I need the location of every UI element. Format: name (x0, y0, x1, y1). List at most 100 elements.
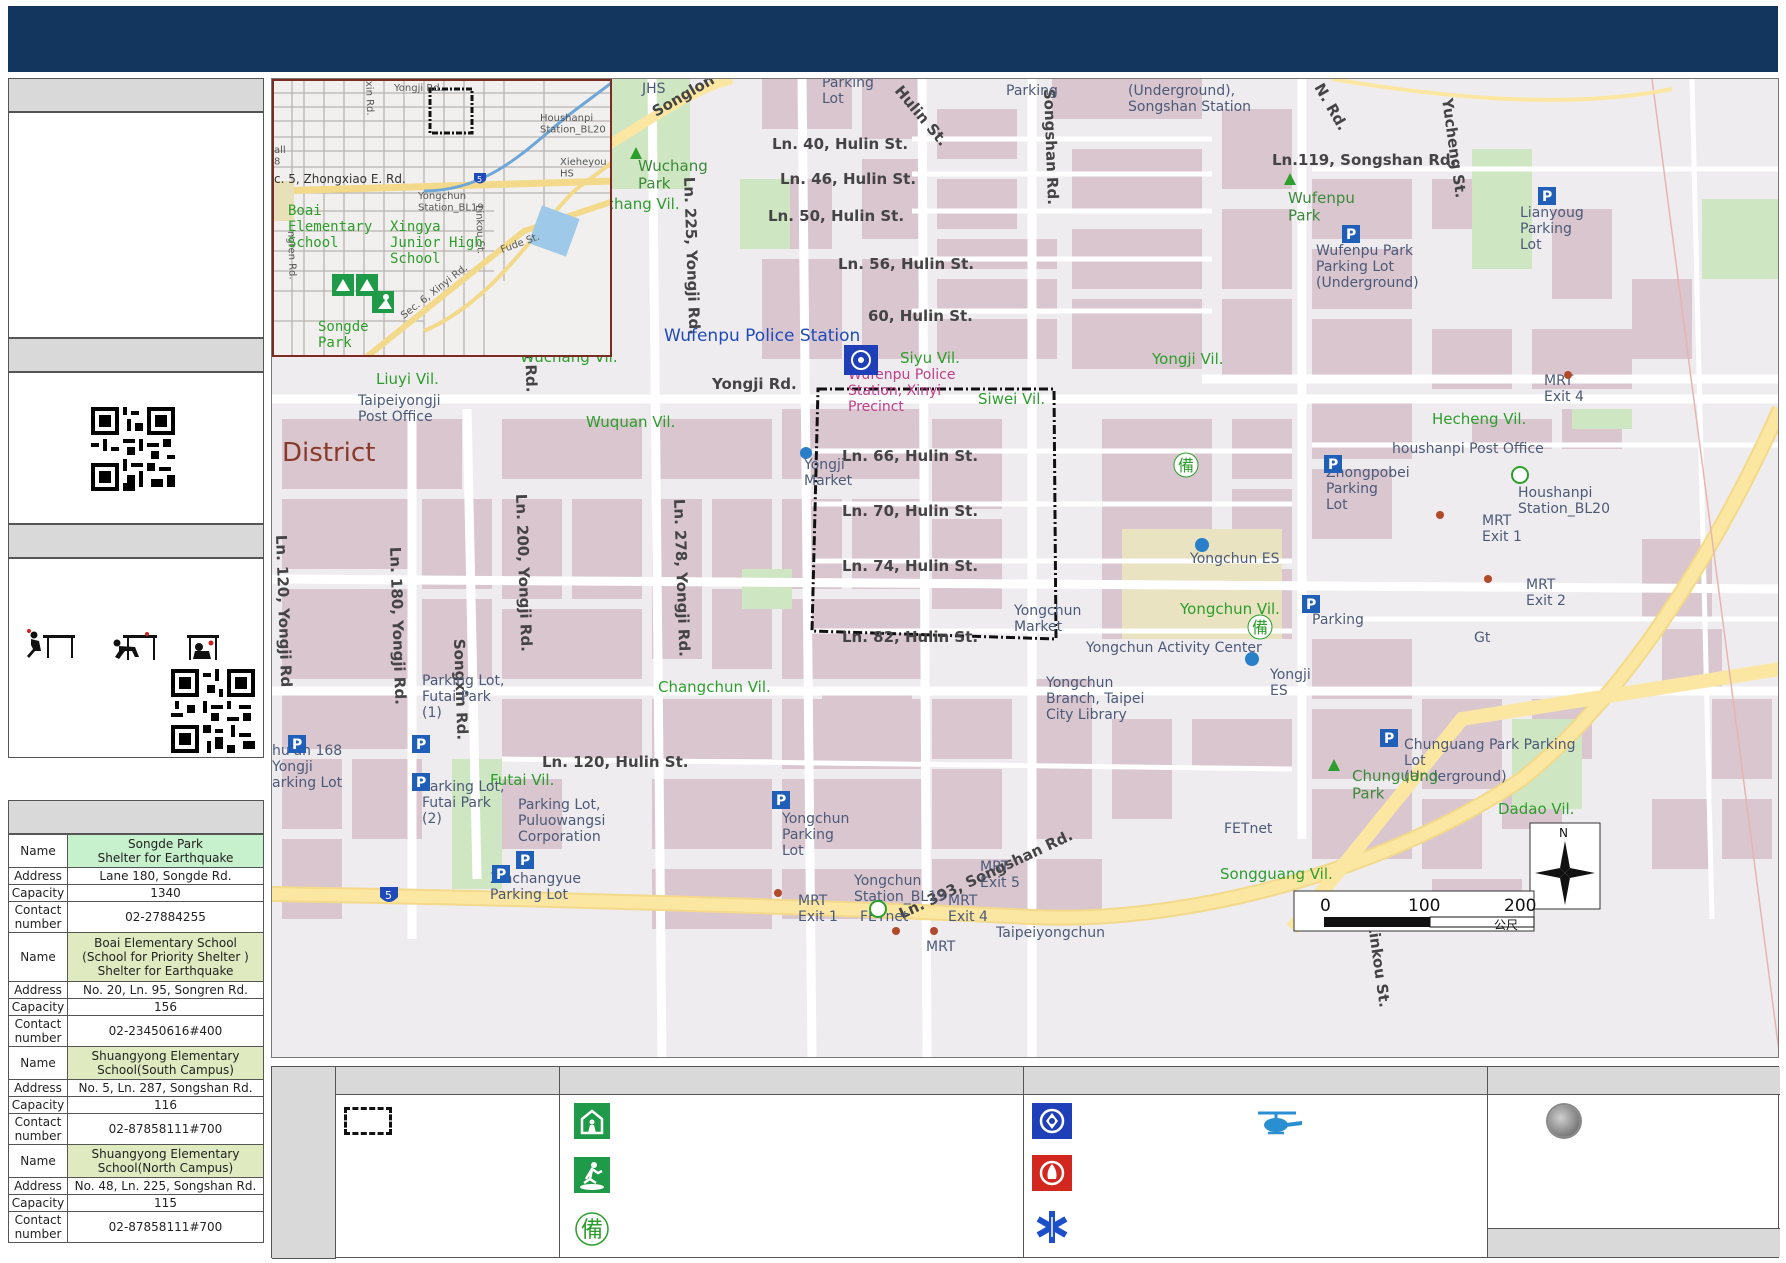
shelter-field-label: Contact number (8, 1211, 68, 1243)
shelter-field-value: 115 (67, 1194, 264, 1212)
svg-text:備: 備 (1252, 618, 1268, 637)
shelter-field-label: Capacity (8, 998, 68, 1016)
legend-footer-bar (1488, 1228, 1780, 1257)
svg-text:5: 5 (385, 889, 392, 902)
police-station-icon (1032, 1103, 1072, 1139)
svg-text:P: P (496, 867, 506, 883)
village-label: Yongchun Vil. (1179, 600, 1280, 618)
poi-label: houshanpi Post Office (1392, 441, 1544, 457)
svg-text:Yongji Rd.: Yongji Rd. (393, 83, 443, 94)
poi-label: Parking Lot, Puluowangsi Corporation (518, 797, 605, 845)
shelter-field-label: Name (8, 932, 68, 982)
poi-label: Taipeiyongji Post Office (357, 393, 440, 425)
map-view[interactable]: District Ln. 40, Hulin St. Ln. 46, Hulin… (271, 78, 1779, 1058)
shelter-field-label: Address (8, 981, 68, 999)
shelter-field-value: No. 20, Ln. 95, Songren Rd. (67, 981, 264, 999)
shelter-building-icon (574, 1103, 610, 1139)
header-bar (8, 6, 1778, 72)
shelter-field-value: 156 (67, 998, 264, 1016)
shelter-field-value: 1340 (67, 884, 264, 902)
svg-text:公尺: 公尺 (1494, 918, 1518, 932)
poi-label: (Underground), Songshan Station (1128, 83, 1251, 115)
village-label: Songguang Vil. (1220, 865, 1333, 883)
legend-col-2: 備 (560, 1095, 1024, 1257)
shelter-contact-row: Contact number 02-87858111#700 (8, 1113, 264, 1145)
road-label: Ln. 74, Hulin St. (842, 557, 978, 575)
shelter-name-row: Name Shuangyong Elementary School(North C… (8, 1144, 264, 1178)
village-label: Changchun Vil. (658, 678, 771, 696)
shelter-field-value: 02-87858111#700 (67, 1211, 264, 1243)
police-station-label: Wufenpu Police Station (664, 326, 860, 346)
poi-label: Parking (1006, 83, 1058, 99)
poi-label: Yongchun Activity Center (1085, 640, 1262, 656)
village-label: Wuquan Vil. (586, 413, 675, 431)
svg-text:200: 200 (1504, 896, 1536, 916)
district-label: District (282, 438, 375, 468)
crawl-under-table-icon (113, 632, 157, 660)
svg-text:備: 備 (1178, 456, 1194, 475)
inset-map[interactable]: Yongji Rd. Houshanpi Station_BL20 Xieheyo… (272, 79, 612, 357)
sidebar-section-2 (8, 372, 264, 524)
svg-text:P: P (292, 737, 302, 753)
shelter-capacity-row: Capacity 116 (8, 1096, 264, 1114)
svg-text:c. 5, Zhongxiao E. Rd.: c. 5, Zhongxiao E. Rd. (274, 172, 406, 186)
road-label: Ln. 50, Hulin St. (768, 207, 904, 225)
shelter-field-label: Name (8, 834, 68, 868)
legend-col-1 (336, 1095, 560, 1257)
road-label: Yongji Rd. (711, 375, 797, 393)
shelter-field-label: Address (8, 867, 68, 885)
shelter-field-value: Lane 180, Songde Rd. (67, 867, 264, 885)
shelter-address-row: Address No. 20, Ln. 95, Songren Rd. (8, 981, 264, 999)
sidebar-section-header-1 (8, 78, 264, 112)
svg-text:P: P (1346, 227, 1356, 243)
village-label: Dadao Vil. (1498, 800, 1574, 818)
village-label: Yongji Vil. (1151, 350, 1224, 368)
poi-label: Taipeiyongchun (995, 925, 1105, 941)
shelter-contact-row: Contact number 02-27884255 (8, 901, 264, 933)
qr-code-icon[interactable] (91, 407, 175, 491)
north-arrow-icon: N (1529, 822, 1601, 910)
road-label: Ln. 120, Hulin St. (542, 753, 688, 771)
road-label: Ln. 66, Hulin St. (842, 447, 978, 465)
shelter-field-value: 02-27884255 (67, 901, 264, 933)
shelter-address-row: Address No. 5, Ln. 287, Songshan Rd. (8, 1079, 264, 1097)
legend-col-header-4 (1488, 1067, 1780, 1095)
svg-text:P: P (520, 853, 530, 869)
shelter-field-value: 02-87858111#700 (67, 1113, 264, 1145)
svg-text:P: P (1542, 189, 1552, 205)
svg-text:P: P (776, 793, 786, 809)
shelter-field-label: Address (8, 1079, 68, 1097)
earthquake-marker-icon (1548, 1105, 1580, 1137)
svg-text:5: 5 (477, 175, 482, 184)
shelter-field-value: No. 5, Ln. 287, Songshan Rd. (67, 1079, 264, 1097)
road-label: Ln. 46, Hulin St. (780, 170, 916, 188)
poi-label: Gt (1474, 630, 1491, 646)
shelter-field-label: Contact number (8, 901, 68, 933)
legend-side-header (272, 1067, 336, 1259)
shelter-field-label: Contact number (8, 1015, 68, 1047)
svg-text:0: 0 (1320, 896, 1331, 916)
supply-station-icon: 備 (575, 1212, 609, 1246)
police-station-icon[interactable] (844, 345, 878, 375)
road-label: Ln. 82, Hulin St. (842, 628, 978, 646)
focus-area-legend-icon (344, 1107, 392, 1135)
sidebar: Name Songde Park Shelter for Earthquake Ad… (8, 78, 264, 1258)
shelter-field-label: Capacity (8, 1194, 68, 1212)
sidebar-section-1 (8, 112, 264, 338)
legend-col-header-1 (336, 1067, 560, 1095)
shelter-address-row: Address Lane 180, Songde Rd. (8, 867, 264, 885)
road-label: 60, Hulin St. (868, 307, 973, 325)
shelter-field-value: Shuangyong Elementary School(North Campu… (67, 1144, 264, 1178)
svg-text:100: 100 (1408, 896, 1440, 916)
legend-col-3 (1024, 1095, 1488, 1257)
road-label: Ln. 56, Hulin St. (838, 255, 974, 273)
qr-code-icon[interactable] (171, 669, 255, 753)
shelter-field-label: Capacity (8, 1096, 68, 1114)
shelter-contact-row: Contact number 02-23450616#400 (8, 1015, 264, 1047)
helicopter-icon (1258, 1111, 1302, 1135)
road-label: Ln.119, Songshan Rd. (1272, 151, 1456, 169)
poi-label: Parking (1312, 612, 1364, 628)
shelter-field-value: No. 48, Ln. 225, Songshan Rd. (67, 1177, 264, 1195)
village-label: Hecheng Vil. (1432, 410, 1526, 428)
village-label: Siwei Vil. (978, 390, 1045, 408)
